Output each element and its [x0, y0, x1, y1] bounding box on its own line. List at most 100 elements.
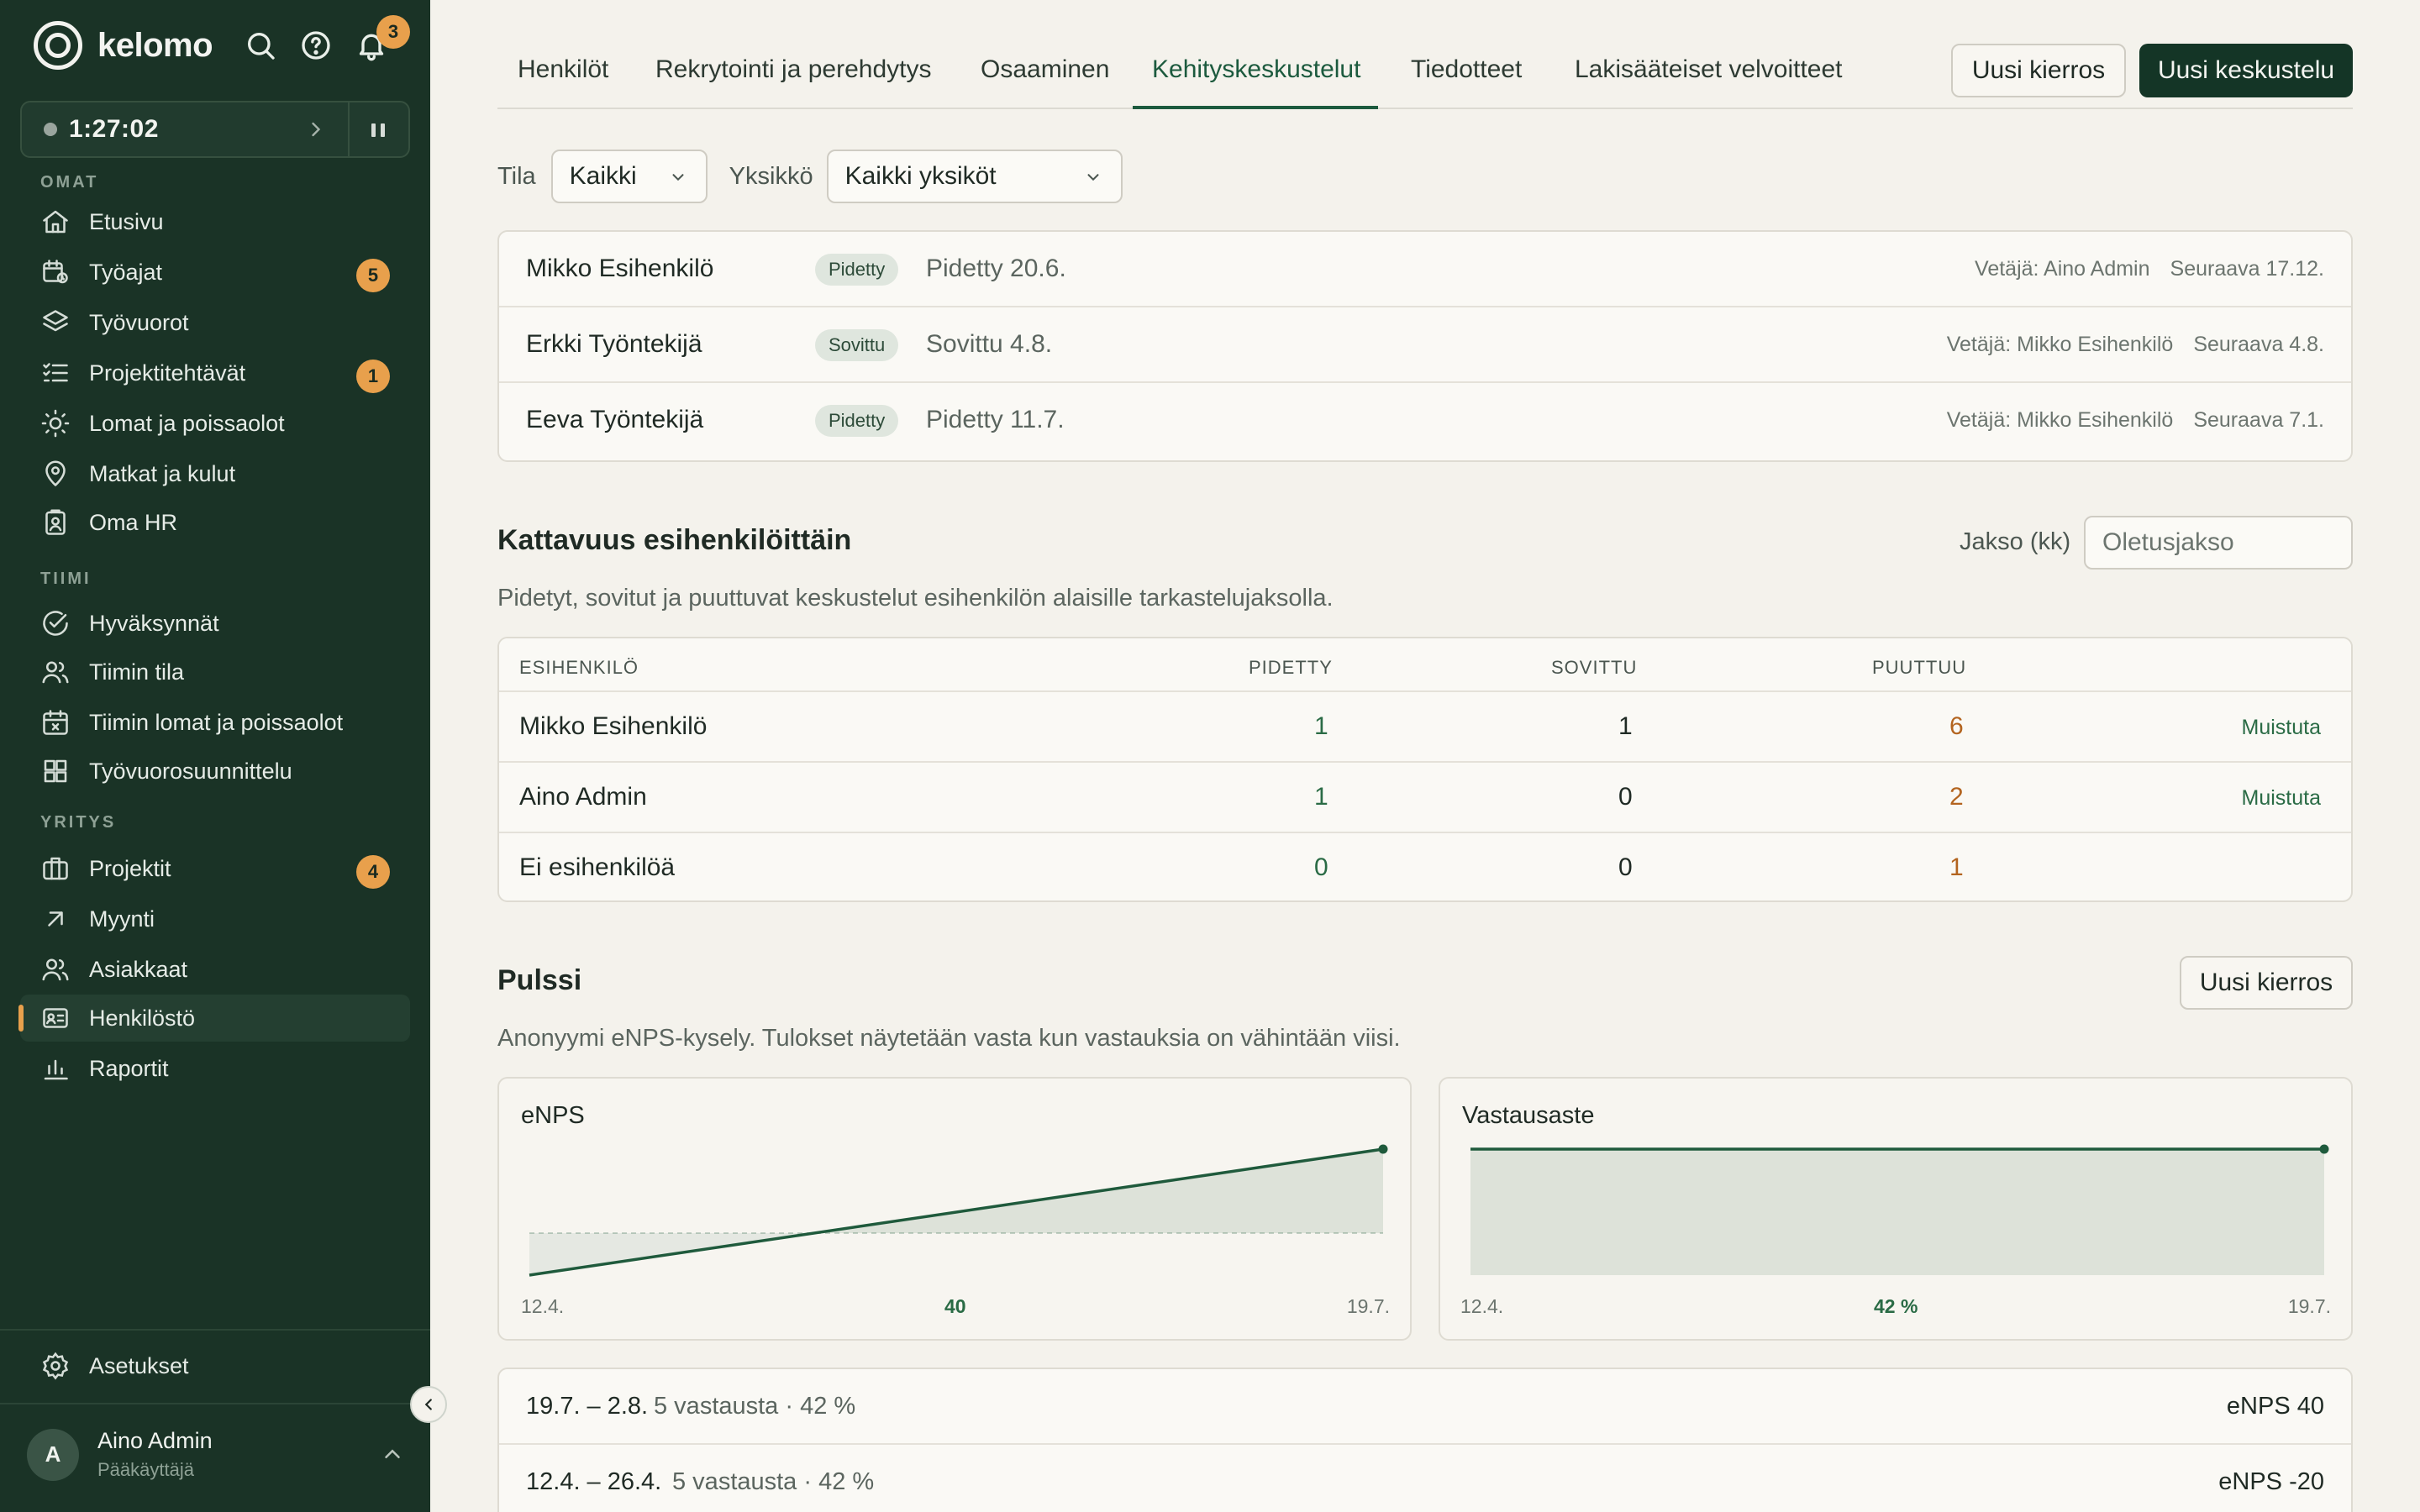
pulse-new-round-button[interactable]: Uusi kierros — [2180, 956, 2353, 1010]
sidebar-item-label: Työajat — [89, 259, 163, 285]
unit-filter-label: Yksikkö — [729, 162, 813, 190]
list-item[interactable]: Eeva Työntekijä Pidetty Pidetty 11.7. Ve… — [499, 383, 2351, 459]
pause-icon[interactable] — [370, 119, 387, 141]
remind-link[interactable]: Muistuta — [2242, 786, 2321, 811]
count-badge: 5 — [356, 259, 390, 292]
sidebar-item-tiimin-tila[interactable]: Tiimin tila — [20, 648, 410, 696]
sidebar-item-projektitehtävät[interactable]: Projektitehtävät 1 — [20, 349, 410, 396]
sidebar-top-actions: 3 — [244, 15, 410, 62]
data-point — [2319, 1144, 2329, 1154]
sidebar-item-label: Projektit — [89, 855, 171, 881]
table-header: ESIHENKILÖ PIDETTY SOVITTU PUUTTUU — [499, 638, 2351, 692]
employee-name: Eeva Työntekijä — [526, 406, 704, 433]
users-icon — [40, 657, 71, 687]
column-header-manager: ESIHENKILÖ — [519, 657, 639, 678]
sidebar-item-label: Lomat ja poissaolot — [89, 410, 285, 436]
user-menu[interactable]: A Aino Admin Pääkäyttäjä — [27, 1428, 405, 1481]
employee-name: Erkki Työntekijä — [526, 330, 702, 358]
sidebar-item-henkilöstö[interactable]: Henkilöstö — [18, 995, 410, 1042]
round-info: 5 vastausta · 42 % — [672, 1468, 875, 1495]
next-conversation: Seuraava 4.8. — [2193, 333, 2324, 356]
enps-chart-card: eNPS 12.4. 40 19.7. — [497, 1077, 1412, 1341]
sidebar-divider — [0, 1403, 430, 1404]
sidebar-item-hyväksynnät[interactable]: Hyväksynnät — [20, 600, 410, 647]
x-tick-end: 19.7. — [2287, 1295, 2331, 1317]
sidebar-item-projektit[interactable]: Projektit 4 — [20, 845, 410, 892]
sidebar-item-myynti[interactable]: Myynti — [20, 895, 410, 942]
remind-link[interactable]: Muistuta — [2242, 716, 2321, 740]
agreed-count: 0 — [1618, 783, 1633, 811]
notification-count-badge: 3 — [376, 15, 410, 49]
column-header-missing: PUUTTUU — [1872, 657, 1967, 678]
unit-select[interactable]: Kaikki yksiköt — [826, 150, 1123, 203]
period-input[interactable]: Oletusjakso — [2084, 516, 2353, 570]
tab-kehityskeskustelut[interactable]: Kehityskeskustelut — [1152, 55, 1360, 84]
sidebar-item-asiakkaat[interactable]: Asiakkaat — [20, 946, 410, 993]
chevron-left-icon — [424, 1399, 432, 1410]
list-item[interactable]: 19.7. – 2.8. 5 vastausta · 42 % eNPS 40 — [499, 1369, 2351, 1445]
pulse-rounds-list: 19.7. – 2.8. 5 vastausta · 42 % eNPS 40 … — [497, 1368, 2353, 1512]
held-count: 1 — [1314, 712, 1328, 740]
unit-select-value: Kaikki yksiköt — [844, 162, 997, 190]
chevron-up-icon[interactable] — [380, 1441, 405, 1467]
sidebar-item-raportit[interactable]: Raportit — [20, 1045, 410, 1092]
collapse-sidebar-button[interactable] — [410, 1386, 447, 1423]
list-item[interactable]: 12.4. – 26.4. 5 vastausta · 42 % eNPS -2… — [499, 1445, 2351, 1512]
manager-name: Ei esihenkilöä — [519, 853, 676, 881]
conversation-list: Mikko Esihenkilö Pidetty Pidetty 20.6. V… — [497, 230, 2353, 462]
sidebar-item-label: Tiimin tila — [89, 659, 185, 685]
sidebar-item-etusivu[interactable]: Etusivu — [20, 198, 410, 245]
status-select[interactable]: Kaikki — [550, 150, 708, 203]
tab-tiedotteet[interactable]: Tiedotteet — [1411, 55, 1522, 84]
round-score: eNPS -20 — [2218, 1468, 2324, 1495]
time-tracker[interactable]: 1:27:02 — [20, 101, 410, 158]
next-conversation: Seuraava 7.1. — [2193, 408, 2324, 432]
avatar: A — [27, 1428, 79, 1481]
count-badge: 1 — [356, 360, 390, 393]
tab-lakisaateiset[interactable]: Lakisääteiset velvoitteet — [1575, 55, 1843, 84]
status-badge: Pidetty — [815, 405, 899, 437]
x-tick-start: 12.4. — [521, 1295, 565, 1317]
checklist-icon — [40, 358, 71, 388]
sidebar-item-tiimin-lomat-ja-poissaolot[interactable]: Tiimin lomat ja poissaolot — [20, 699, 410, 746]
sidebar-item-matkat-ja-kulut[interactable]: Matkat ja kulut — [20, 450, 410, 497]
coverage-title: Kattavuus esihenkilöittäin — [497, 524, 852, 556]
timer-value: 1:27:02 — [69, 115, 159, 143]
user-role: Pääkäyttäjä — [97, 1459, 194, 1480]
gear-icon — [40, 1351, 71, 1381]
sidebar-item-label: Tiimin lomat ja poissaolot — [89, 709, 344, 735]
status-badge: Pidetty — [815, 254, 899, 286]
tab-henkilot[interactable]: Henkilöt — [518, 55, 608, 84]
user-name: Aino Admin — [97, 1428, 213, 1453]
search-icon[interactable] — [244, 29, 277, 62]
main-content: Henkilöt Rekrytointi ja perehdytys Osaam… — [497, 0, 2353, 1512]
tab-osaaminen[interactable]: Osaaminen — [981, 55, 1109, 84]
sidebar-item-label: Raportit — [89, 1055, 169, 1081]
sidebar-item-työvuorosuunnittelu[interactable]: Työvuorosuunnittelu — [20, 748, 410, 795]
sidebar-item-työvuorot[interactable]: Työvuorot — [20, 299, 410, 346]
chevron-right-icon[interactable] — [304, 118, 328, 143]
coverage-table: ESIHENKILÖ PIDETTY SOVITTU PUUTTUU Mikko… — [497, 637, 2353, 902]
sidebar-item-settings[interactable]: Asetukset — [20, 1342, 410, 1389]
sidebar-item-oma-hr[interactable]: Oma HR — [20, 499, 410, 546]
layers-icon — [40, 307, 71, 338]
current-value-label: 40 — [944, 1295, 966, 1317]
missing-count: 2 — [1949, 783, 1964, 811]
new-round-button[interactable]: Uusi kierros — [1951, 44, 2126, 97]
active-tab-indicator — [1133, 106, 1378, 109]
list-item[interactable]: Mikko Esihenkilö Pidetty Pidetty 20.6. V… — [499, 232, 2351, 307]
home-icon — [40, 207, 71, 237]
list-item[interactable]: Erkki Työntekijä Sovittu Sovittu 4.8. Ve… — [499, 307, 2351, 383]
tab-rekrytointi[interactable]: Rekrytointi ja perehdytys — [655, 55, 931, 84]
help-icon[interactable] — [299, 29, 333, 62]
conversation-leader: Vetäjä: Mikko Esihenkilö — [1946, 408, 2174, 432]
sidebar-item-lomat-ja-poissaolot[interactable]: Lomat ja poissaolot — [20, 400, 410, 447]
bar-chart-icon — [40, 1053, 71, 1084]
pulse-description: Anonyymi eNPS-kysely. Tulokset näytetään… — [497, 1025, 1401, 1052]
brand[interactable]: kelomo — [34, 20, 213, 71]
conversation-status: Sovittu 4.8. — [926, 330, 1053, 358]
new-conversation-button[interactable]: Uusi keskustelu — [2139, 44, 2353, 97]
column-header-agreed: SOVITTU — [1551, 657, 1638, 678]
bell-icon[interactable]: 3 — [355, 15, 410, 62]
sidebar-item-työajat[interactable]: Työajat 5 — [20, 249, 410, 296]
